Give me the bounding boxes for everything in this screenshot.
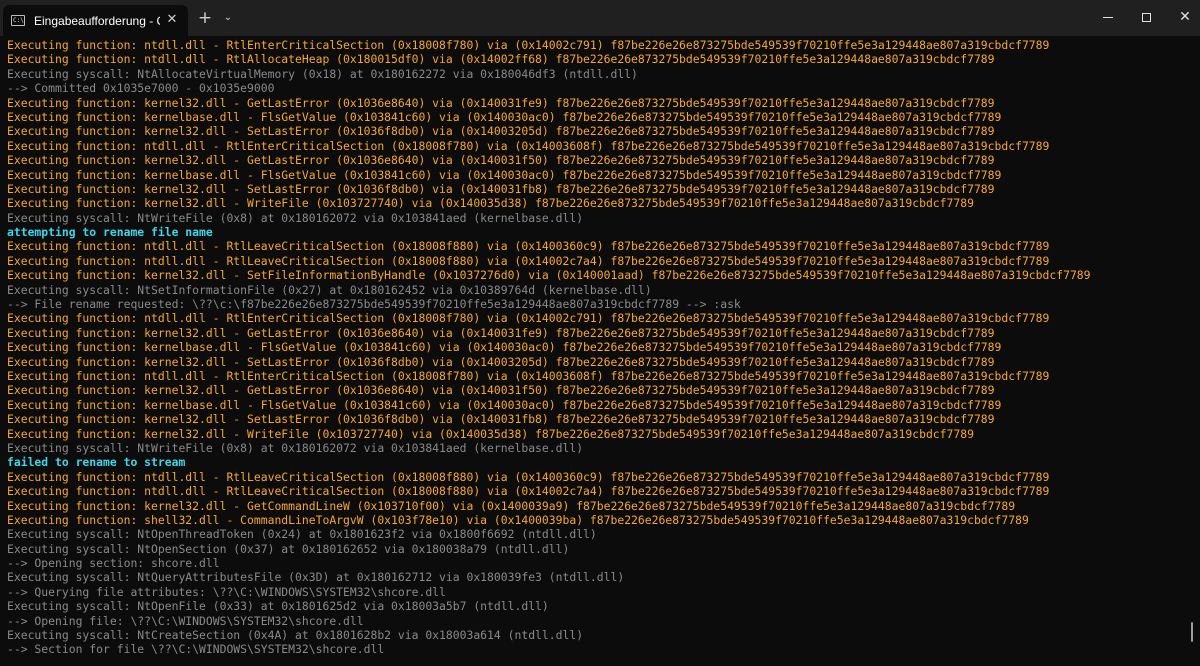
- close-window-button[interactable]: ✕: [1162, 0, 1200, 34]
- console-line: Executing syscall: NtWriteFile (0x8) at …: [7, 440, 584, 455]
- console-line: Executing function: kernel32.dll - GetLa…: [7, 383, 995, 398]
- console-line: Executing function: kernel32.dll - GetCo…: [7, 498, 1016, 513]
- tab-eingabeaufforderung[interactable]: C:\ Eingabeaufforderung - C:\Use ✕: [3, 5, 188, 36]
- console-line: Executing function: ntdll.dll - RtlEnter…: [7, 38, 1050, 52]
- console-line: Executing function: ntdll.dll - RtlLeave…: [7, 253, 1050, 268]
- console-line: Executing syscall: NtOpenThreadToken (0x…: [7, 527, 597, 542]
- console-line: Executing function: kernel32.dll - GetLa…: [7, 95, 995, 110]
- console-line: Executing function: kernel32.dll - SetLa…: [7, 181, 995, 196]
- console-line: Executing function: ntdll.dll - RtlLeave…: [7, 469, 1050, 484]
- console-line: Executing function: ntdll.dll - RtlEnter…: [7, 368, 1050, 383]
- console-line: Executing function: kernel32.dll - SetLa…: [7, 124, 995, 139]
- console-line: --> Opening section: shcore.dll: [7, 556, 220, 571]
- close-icon: ✕: [1179, 9, 1191, 25]
- console-line: Executing function: kernel32.dll - SetFi…: [7, 268, 1091, 283]
- console-line: Executing function: ntdll.dll - RtlLeave…: [7, 484, 1050, 499]
- minimize-icon: [1103, 16, 1113, 18]
- console-line: Executing syscall: NtCreateSection (0x4A…: [7, 628, 584, 643]
- console-line: Executing syscall: NtAllocateVirtualMemo…: [7, 66, 638, 81]
- console-line: --> Section for file \??\C:\WINDOWS\SYST…: [7, 642, 385, 657]
- console-line: Executing syscall: NtOpenFile (0x33) at …: [7, 599, 549, 614]
- console-line: Executing function: kernel32.dll - SetLa…: [7, 354, 995, 369]
- status-line: failed to rename to stream: [7, 455, 186, 470]
- console-line: Executing syscall: NtWriteFile (0x8) at …: [7, 210, 584, 225]
- console-line: Executing function: kernelbase.dll - Fls…: [7, 397, 1002, 412]
- terminal-window: C:\ Eingabeaufforderung - C:\Use ✕ + ⌄ ✕…: [0, 0, 1200, 666]
- console-line: --> Opening file: \??\C:\WINDOWS\SYSTEM3…: [7, 613, 364, 628]
- console-output[interactable]: Executing function: ntdll.dll - RtlEnter…: [7, 38, 1189, 664]
- console-line: Executing function: ntdll.dll - RtlEnter…: [7, 138, 1050, 153]
- console-line: Executing syscall: NtQueryAttributesFile…: [7, 570, 625, 585]
- console-line: --> Committed 0x1035e7000 - 0x1035e9000: [7, 81, 275, 96]
- tab-title: Eingabeaufforderung - C:\Use: [34, 13, 160, 28]
- scrollbar-thumb[interactable]: [1191, 622, 1193, 642]
- console-line: Executing function: kernelbase.dll - Fls…: [7, 109, 1002, 124]
- console-line: Executing function: kernelbase.dll - Fls…: [7, 167, 1002, 182]
- console-line: Executing function: kernel32.dll - SetLa…: [7, 412, 995, 427]
- new-tab-button[interactable]: +: [196, 9, 214, 27]
- console-line: Executing syscall: NtOpenSection (0x37) …: [7, 541, 570, 556]
- console-line: Executing function: kernel32.dll - GetLa…: [7, 153, 995, 168]
- status-line: attempting to rename file name: [7, 225, 213, 240]
- title-bar: C:\ Eingabeaufforderung - C:\Use ✕ + ⌄ ✕: [0, 0, 1200, 36]
- console-line: Executing syscall: NtSetInformationFile …: [7, 282, 652, 297]
- tab-dropdown-button[interactable]: ⌄: [220, 10, 236, 26]
- console-line: Executing function: ntdll.dll - RtlAlloc…: [7, 52, 995, 67]
- console-line: Executing function: shell32.dll - Comman…: [7, 512, 1029, 527]
- console-line: Executing function: kernel32.dll - Write…: [7, 426, 974, 441]
- tab-close-icon[interactable]: ✕: [165, 13, 179, 27]
- console-line: --> Querying file attributes: \??\C:\WIN…: [7, 584, 446, 599]
- console-line: Executing function: ntdll.dll - RtlLeave…: [7, 239, 1050, 254]
- console-line: Executing function: kernel32.dll - GetLa…: [7, 325, 995, 340]
- maximize-icon: [1141, 12, 1151, 22]
- console-line: Executing function: kernel32.dll - Write…: [7, 196, 974, 211]
- terminal-icon: C:\: [11, 15, 25, 26]
- console-line: Executing function: kernelbase.dll - Fls…: [7, 340, 1002, 355]
- console-line: Executing function: ntdll.dll - RtlEnter…: [7, 311, 1050, 326]
- console-line: --> File rename requested: \??\c:\f87be2…: [7, 297, 741, 312]
